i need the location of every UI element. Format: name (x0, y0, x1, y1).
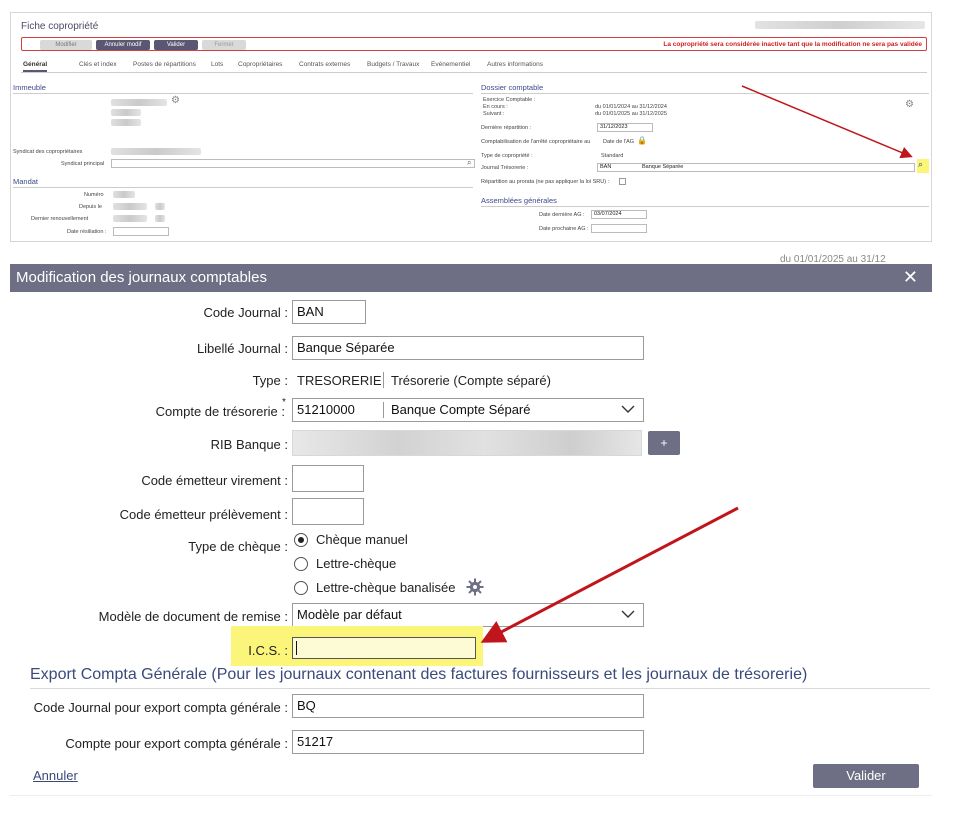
annotation-arrow-journal (741, 85, 913, 159)
annotation-arrows (480, 85, 913, 643)
annotation-arrow-ics (480, 506, 739, 643)
